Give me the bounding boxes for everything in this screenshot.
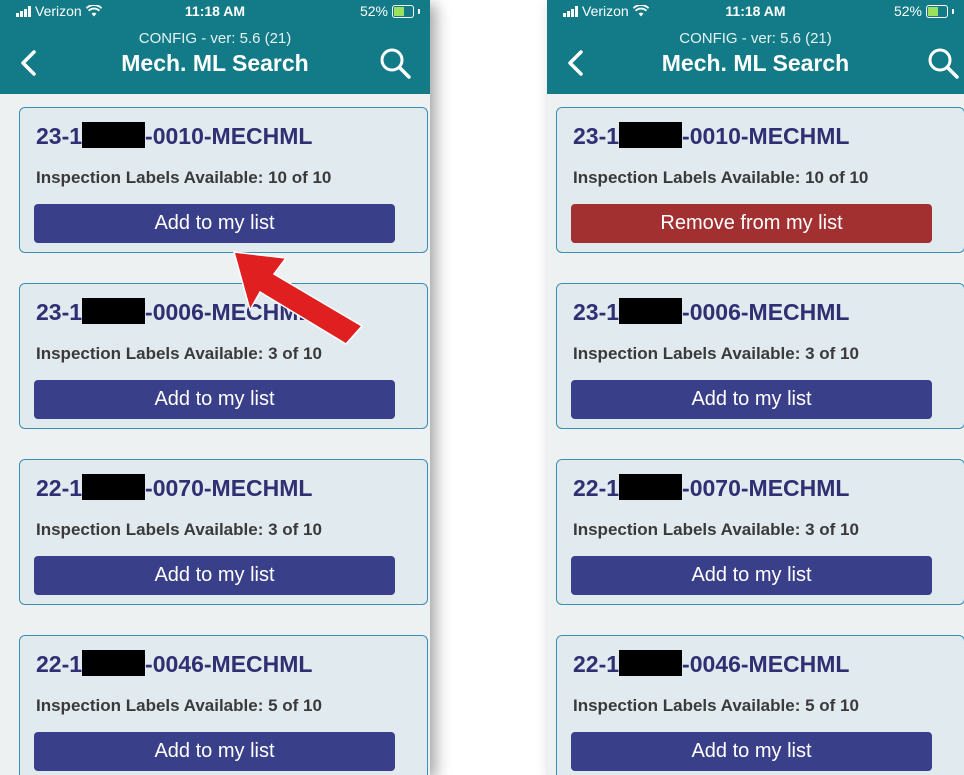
nav-header: Verizon 11:18 AM 52% CONFIG - ver: 5.6 (… bbox=[0, 0, 430, 94]
add-to-list-button[interactable]: Add to my list bbox=[34, 204, 395, 243]
permit-number: 22-1 -0070-MECHML bbox=[36, 474, 312, 502]
redaction-bar bbox=[619, 474, 683, 500]
status-bar: Verizon 11:18 AM 52% bbox=[547, 3, 964, 23]
permit-number: 22-1 -0070-MECHML bbox=[573, 474, 849, 502]
labels-available: Inspection Labels Available: 5 of 10 bbox=[573, 696, 859, 715]
battery-group: 52% bbox=[360, 3, 420, 19]
redaction-bar bbox=[82, 650, 146, 676]
page-title: Mech. ML Search bbox=[121, 50, 309, 76]
nav-header: Verizon 11:18 AM 52% CONFIG - ver: 5.6 (… bbox=[547, 0, 964, 94]
permit-suffix: -0010-MECHML bbox=[682, 123, 850, 149]
annotation-arrow bbox=[232, 251, 364, 345]
config-version: CONFIG - ver: 5.6 (21) bbox=[138, 30, 292, 47]
add-to-list-button[interactable]: Add to my list bbox=[34, 556, 395, 595]
permit-suffix: -0070-MECHML bbox=[682, 475, 850, 501]
redaction-bar bbox=[82, 122, 146, 148]
page-title: Mech. ML Search bbox=[661, 50, 850, 76]
permit-prefix: 23-1 bbox=[573, 299, 620, 325]
search-icon[interactable] bbox=[378, 46, 412, 80]
redaction-bar bbox=[619, 122, 683, 148]
permit-prefix: 23-1 bbox=[573, 123, 620, 149]
permit-prefix: 22-1 bbox=[573, 651, 620, 677]
permit-suffix: -0046-MECHML bbox=[145, 651, 313, 677]
labels-available: Inspection Labels Available: 3 of 10 bbox=[36, 520, 322, 539]
list-item: 22-1 -0070-MECHML Inspection Labels Avail… bbox=[556, 459, 964, 605]
list-item: 22-1 -0070-MECHML Inspection Labels Avail… bbox=[19, 459, 428, 605]
search-icon[interactable] bbox=[926, 46, 960, 80]
list-item: 23-1 -0010-MECHML Inspection Labels Avail… bbox=[19, 107, 428, 253]
labels-available: Inspection Labels Available: 3 of 10 bbox=[573, 344, 859, 363]
permit-suffix: -0006-MECHML bbox=[682, 299, 850, 325]
phone-screen-before: Verizon 11:18 AM 52% CONFIG - ver: 5.6 (… bbox=[0, 0, 430, 775]
add-to-list-button[interactable]: Add to my list bbox=[34, 380, 395, 419]
permit-prefix: 22-1 bbox=[36, 475, 83, 501]
list-item: 23-1 -0010-MECHML Inspection Labels Avail… bbox=[556, 107, 964, 253]
redaction-bar bbox=[619, 298, 683, 324]
permit-prefix: 22-1 bbox=[36, 651, 83, 677]
add-to-list-button[interactable]: Add to my list bbox=[571, 380, 932, 419]
battery-icon bbox=[392, 4, 414, 18]
list-item: 22-1 -0046-MECHML Inspection Labels Avail… bbox=[19, 635, 428, 775]
results-list: 23-1 -0010-MECHML Inspection Labels Avail… bbox=[0, 94, 430, 775]
redaction-bar bbox=[82, 298, 146, 324]
config-version: CONFIG - ver: 5.6 (21) bbox=[679, 30, 832, 47]
add-to-list-button[interactable]: Add to my list bbox=[571, 732, 932, 771]
permit-number: 23-1 -0010-MECHML bbox=[36, 122, 312, 150]
battery-percent: 52% bbox=[359, 3, 388, 19]
permit-prefix: 22-1 bbox=[573, 475, 620, 501]
status-bar: Verizon 11:18 AM 52% bbox=[0, 3, 430, 23]
permit-number: 23-1 -0010-MECHML bbox=[573, 122, 849, 150]
results-list: 23-1 -0010-MECHML Inspection Labels Avail… bbox=[547, 94, 964, 775]
permit-suffix: -0070-MECHML bbox=[145, 475, 313, 501]
permit-prefix: 23-1 bbox=[36, 123, 83, 149]
permit-number: 22-1 -0046-MECHML bbox=[573, 650, 849, 678]
remove-from-list-button[interactable]: Remove from my list bbox=[571, 204, 932, 243]
back-chevron-icon[interactable] bbox=[561, 46, 591, 80]
permit-suffix: -0046-MECHML bbox=[682, 651, 850, 677]
permit-number: 23-1 -0006-MECHML bbox=[573, 298, 849, 326]
battery-group: 52% bbox=[894, 3, 954, 19]
list-item: 23-1 -0006-MECHML Inspection Labels Avail… bbox=[556, 283, 964, 429]
labels-available: Inspection Labels Available: 5 of 10 bbox=[36, 696, 322, 715]
battery-icon bbox=[926, 4, 948, 18]
add-to-list-button[interactable]: Add to my list bbox=[34, 732, 395, 771]
add-to-list-button[interactable]: Add to my list bbox=[571, 556, 932, 595]
redaction-bar bbox=[619, 650, 683, 676]
permit-prefix: 23-1 bbox=[36, 299, 83, 325]
permit-number: 22-1 -0046-MECHML bbox=[36, 650, 312, 678]
permit-suffix: -0010-MECHML bbox=[145, 123, 313, 149]
labels-available: Inspection Labels Available: 10 of 10 bbox=[573, 168, 869, 187]
list-item: 22-1 -0046-MECHML Inspection Labels Avail… bbox=[556, 635, 964, 775]
redaction-bar bbox=[82, 474, 146, 500]
back-chevron-icon[interactable] bbox=[14, 46, 44, 80]
labels-available: Inspection Labels Available: 3 of 10 bbox=[573, 520, 859, 539]
phone-screen-after: Verizon 11:18 AM 52% CONFIG - ver: 5.6 (… bbox=[547, 0, 964, 775]
battery-percent: 52% bbox=[893, 3, 922, 19]
labels-available: Inspection Labels Available: 10 of 10 bbox=[36, 168, 332, 187]
